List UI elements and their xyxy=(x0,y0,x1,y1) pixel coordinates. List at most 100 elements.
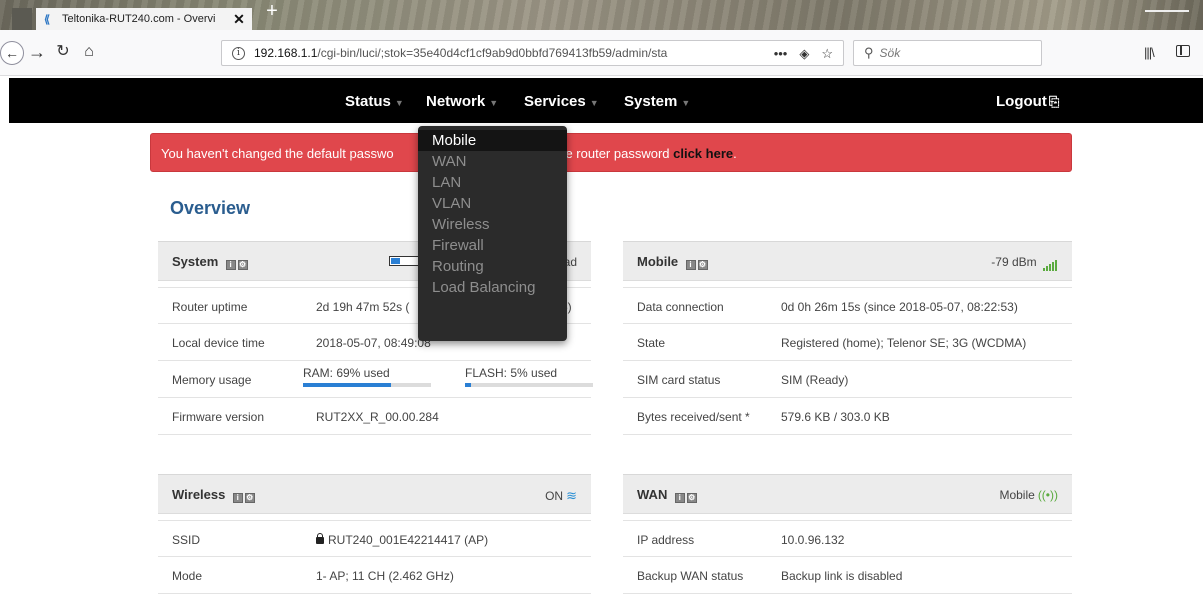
info-icon[interactable]: i xyxy=(674,493,685,503)
search-placeholder: Sök xyxy=(879,46,901,60)
network-dropdown-menu: Mobile WAN LAN VLAN Wireless Firewall Ro… xyxy=(418,126,567,341)
settings-icon[interactable]: ⚙ xyxy=(686,493,697,503)
pinned-tab[interactable] xyxy=(12,8,32,30)
table-row: Firmware version RUT2XX_R_00.00.284 xyxy=(158,398,591,435)
library-icon[interactable]: |||\ xyxy=(1144,45,1155,60)
state-label: State xyxy=(637,336,666,350)
table-row: SSID RUT240_001E42214417 (AP) xyxy=(158,520,591,557)
flash-label: FLASH: 5% used xyxy=(465,366,558,380)
tab-close-icon[interactable]: ✕ xyxy=(232,11,246,28)
panel-icons: i ⚙ xyxy=(685,256,710,270)
search-input[interactable]: ⚲ Sök xyxy=(853,40,1042,66)
browser-toolbar: ← → ↻ ⌂ i 192.168.1.1 /cgi-bin/luci/;sto… xyxy=(0,30,1203,76)
ssid-value: RUT240_001E42214417 (AP) xyxy=(328,533,489,547)
flash-usage: FLASH: 5% used xyxy=(465,366,593,387)
settings-icon[interactable]: ⚙ xyxy=(697,260,708,270)
dropdown-item-firewall[interactable]: Firewall xyxy=(418,235,567,256)
panel-icons: i ⚙ xyxy=(225,256,250,270)
wan-panel: WAN i ⚙ Mobile ((•)) IP address 10.0.96.13… xyxy=(623,474,1072,594)
settings-icon[interactable]: ⚙ xyxy=(237,260,248,270)
mode-value: 1- AP; 11 CH (2.462 GHz) xyxy=(316,569,454,583)
table-row: IP address 10.0.96.132 xyxy=(623,520,1072,557)
page-actions-icon[interactable]: ••• xyxy=(774,46,788,62)
signal-strength-value: -79 dBm xyxy=(991,255,1037,269)
time-label: Local device time xyxy=(172,336,265,350)
dropdown-item-routing[interactable]: Routing xyxy=(418,256,567,277)
table-row: Data connection 0d 0h 26m 15s (since 201… xyxy=(623,287,1072,324)
dropdown-item-mobile[interactable]: Mobile xyxy=(418,130,567,151)
panel-icons: i ⚙ xyxy=(674,489,699,503)
wireless-panel-header: Wireless i ⚙ ON ≋ xyxy=(158,474,591,514)
ip-value: 10.0.96.132 xyxy=(781,533,845,547)
uptime-value: 2d 19h 47m 52s ( xyxy=(316,300,410,314)
search-icon: ⚲ xyxy=(864,45,874,60)
new-tab-button[interactable]: + xyxy=(262,1,282,22)
system-panel-title: System xyxy=(172,254,219,269)
firmware-value: RUT2XX_R_00.00.284 xyxy=(316,410,439,424)
table-row: Bytes received/sent * 579.6 KB / 303.0 K… xyxy=(623,398,1072,435)
ip-label: IP address xyxy=(637,533,695,547)
bytes-value: 579.6 KB / 303.0 KB xyxy=(781,410,890,424)
sidebar-toggle-icon[interactable] xyxy=(1176,45,1190,57)
cpu-load-fill xyxy=(391,258,401,264)
info-icon[interactable]: i xyxy=(685,260,696,270)
bytes-label: Bytes received/sent * xyxy=(637,410,750,424)
settings-icon[interactable]: ⚙ xyxy=(244,493,255,503)
wan-status: Mobile ((•)) xyxy=(999,488,1058,502)
nav-status[interactable]: Status ▼ xyxy=(345,93,404,110)
back-arrow-icon[interactable]: ← xyxy=(0,41,24,65)
home-icon[interactable]: ⌂ xyxy=(78,41,100,65)
dropdown-item-lan[interactable]: LAN xyxy=(418,172,567,193)
nav-system[interactable]: System ▼ xyxy=(624,93,690,110)
panel-icons: i ⚙ xyxy=(232,489,257,503)
table-row: Backup WAN status Backup link is disable… xyxy=(623,557,1072,594)
site-info-icon[interactable]: i xyxy=(232,46,245,60)
wireless-panel-title: Wireless xyxy=(172,487,226,502)
antenna-icon: ((•)) xyxy=(1037,488,1058,502)
caret-down-icon: ▼ xyxy=(589,98,599,108)
dropdown-item-wireless[interactable]: Wireless xyxy=(418,214,567,235)
caret-down-icon: ▼ xyxy=(489,98,499,108)
alert-text-start: You haven't changed the default passwo xyxy=(161,146,394,161)
nav-network-label: Network xyxy=(426,93,486,110)
wireless-status: ON ≋ xyxy=(545,488,577,504)
forward-arrow-icon[interactable]: → xyxy=(26,41,48,65)
nav-status-label: Status xyxy=(345,93,391,110)
mode-label: Mode xyxy=(172,569,203,583)
url-actions: ••• ◈ ☆ xyxy=(774,46,833,62)
dropdown-item-vlan[interactable]: VLAN xyxy=(418,193,567,214)
nav-services-label: Services xyxy=(524,93,586,110)
memory-label: Memory usage xyxy=(172,373,252,387)
dropdown-item-load-balancing[interactable]: Load Balancing xyxy=(418,277,567,298)
flash-bar-fill xyxy=(465,383,472,387)
state-value: Registered (home); Telenor SE; 3G (WCDMA… xyxy=(781,336,1027,350)
sim-value: SIM (Ready) xyxy=(781,373,849,387)
nav-network[interactable]: Network ▼ xyxy=(426,93,498,110)
table-row: Mode 1- AP; 11 CH (2.462 GHz) xyxy=(158,557,591,594)
change-password-link[interactable]: click here xyxy=(673,146,733,161)
window-control[interactable] xyxy=(1145,10,1189,12)
lock-icon xyxy=(316,533,324,544)
reload-icon[interactable]: ↻ xyxy=(52,41,74,65)
ram-bar-fill xyxy=(303,383,392,387)
ram-label: RAM: 69% used xyxy=(303,366,390,380)
bookmark-star-icon[interactable]: ☆ xyxy=(821,46,833,62)
ram-bar xyxy=(303,383,431,387)
address-bar[interactable]: i 192.168.1.1 /cgi-bin/luci/;stok=35e40d… xyxy=(221,40,844,66)
page-title: Overview xyxy=(170,198,251,218)
info-icon[interactable]: i xyxy=(232,493,243,503)
mobile-panel-header: Mobile i ⚙ -79 dBm xyxy=(623,241,1072,281)
signal-strength: -79 dBm xyxy=(991,255,1058,271)
nav-services[interactable]: Services ▼ xyxy=(524,93,599,110)
uptime-label: Router uptime xyxy=(172,300,248,314)
pocket-icon[interactable]: ◈ xyxy=(799,46,809,62)
dropdown-item-wan[interactable]: WAN xyxy=(418,151,567,172)
wireless-panel: Wireless i ⚙ ON ≋ SSID RUT240_001E42214417… xyxy=(158,474,591,594)
ssid-label: SSID xyxy=(172,533,201,547)
mobile-panel-title: Mobile xyxy=(637,254,679,269)
ssid-value-wrap: RUT240_001E42214417 (AP) xyxy=(316,533,488,547)
logout-link[interactable]: Logout ⎘ xyxy=(996,93,1059,110)
browser-tab-active[interactable]: ⟪ Teltonika-RUT240.com - Overvi ✕ xyxy=(36,8,252,30)
wan-panel-title: WAN xyxy=(637,487,668,502)
info-icon[interactable]: i xyxy=(225,260,236,270)
